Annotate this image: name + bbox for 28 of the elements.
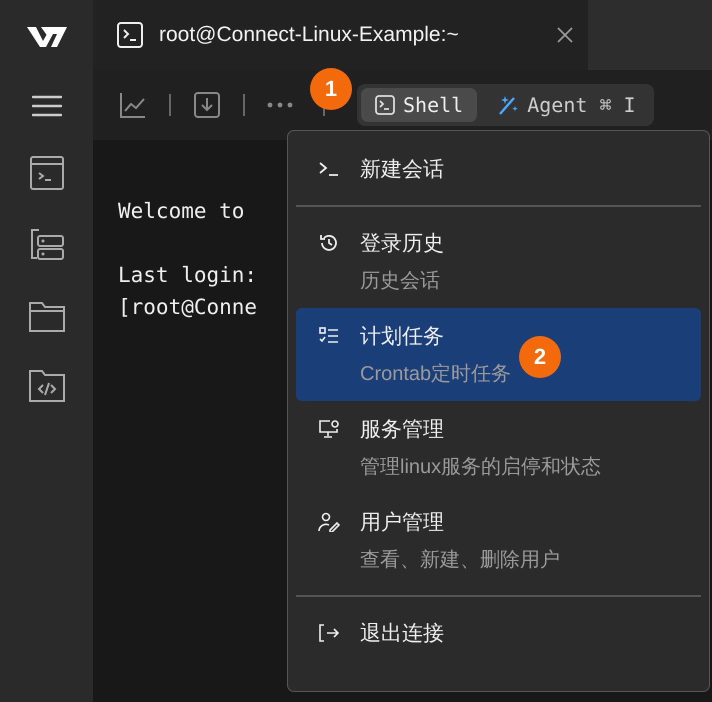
more-icon[interactable]	[267, 101, 293, 109]
menu-item[interactable]: 新建会话	[296, 141, 701, 197]
user-edit-icon	[318, 512, 340, 532]
checklist-icon	[318, 327, 340, 345]
terminal-line: Welcome to	[118, 199, 244, 223]
sparkle-icon	[497, 94, 520, 116]
logout-icon	[318, 623, 340, 643]
terminal-line: [root@Conne	[118, 295, 258, 319]
tab-title: root@Connect-Linux-Example:~	[159, 23, 460, 47]
close-icon[interactable]	[556, 26, 574, 44]
download-icon[interactable]	[193, 91, 221, 119]
menu-item[interactable]: 用户管理 查看、新建、删除用户	[296, 494, 701, 587]
mode-tab[interactable]: Shell	[361, 88, 478, 122]
menu-item[interactable]: 服务管理 管理linux服务的启停和状态	[296, 401, 701, 494]
terminal-line: Last login:	[118, 263, 258, 287]
menu-icon[interactable]	[32, 94, 62, 118]
folder-icon[interactable]	[28, 302, 64, 332]
menu-item[interactable]: 退出连接	[296, 605, 701, 661]
terminal-window-icon[interactable]	[30, 156, 64, 190]
terminal-icon	[117, 22, 143, 48]
mode-tab[interactable]: Agent ⌘ I	[483, 88, 650, 122]
menu-item[interactable]: 登录历史 历史会话	[296, 215, 701, 308]
chart-icon[interactable]	[119, 91, 147, 119]
terminal-icon	[375, 95, 395, 115]
code-folder-icon[interactable]	[28, 370, 64, 402]
prompt-icon	[318, 161, 340, 177]
history-icon	[318, 233, 340, 253]
monitor-gear-icon	[318, 419, 340, 439]
